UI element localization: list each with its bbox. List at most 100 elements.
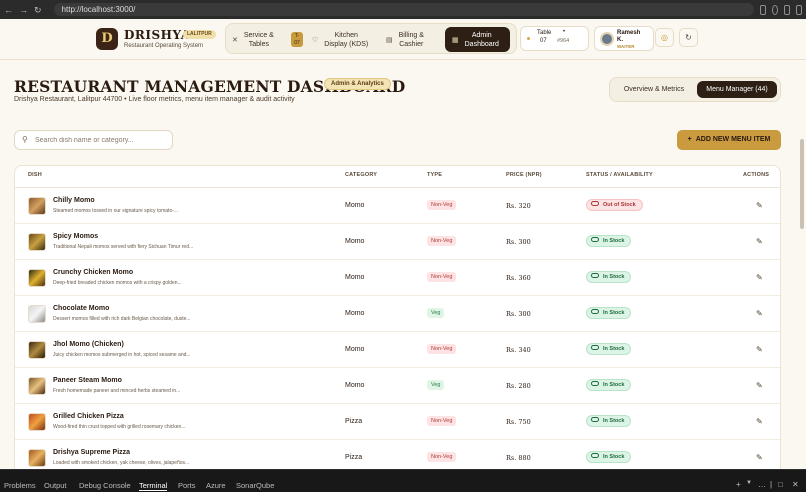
- page-scrollbar[interactable]: [800, 139, 804, 229]
- status-label: In Stock: [603, 274, 625, 280]
- maximize-icon[interactable]: □: [778, 480, 783, 489]
- dish-thumbnail: [28, 197, 46, 215]
- app-header: D DRISHYA LALITPUR Restaurant Operating …: [0, 19, 806, 59]
- info-icon[interactable]: [771, 4, 778, 15]
- download-icon[interactable]: [783, 4, 790, 15]
- back-icon[interactable]: ←: [4, 5, 13, 15]
- tab-terminal[interactable]: Terminal: [139, 481, 168, 491]
- dish-price: Rs. 300: [506, 238, 531, 246]
- nav-label: Tables: [248, 40, 269, 48]
- tab-output[interactable]: Output: [44, 481, 67, 490]
- new-terminal-icon[interactable]: +: [736, 480, 741, 489]
- speaker-icon: ◎: [661, 33, 668, 42]
- forward-icon[interactable]: →: [19, 5, 28, 15]
- status-label: Out of Stock: [603, 202, 636, 208]
- tab-azure[interactable]: Azure: [206, 481, 226, 490]
- column-header-actions: ACTIONS: [743, 172, 770, 178]
- dish-category: Momo: [345, 346, 365, 353]
- tab-ports[interactable]: Ports: [178, 481, 196, 490]
- dish-name: Drishya Supreme Pizza: [53, 449, 131, 456]
- edit-icon[interactable]: ✎: [756, 381, 763, 390]
- edit-icon[interactable]: ✎: [756, 345, 763, 354]
- grid-icon: ▦: [452, 36, 459, 44]
- tab-sonarqube[interactable]: SonarQube: [236, 481, 274, 490]
- nav-kitchen-display[interactable]: ♡ Kitchen Display (KDS): [312, 27, 382, 52]
- order-number: #964: [557, 38, 570, 44]
- edit-icon[interactable]: ✎: [756, 417, 763, 426]
- status-toggle[interactable]: In Stock: [586, 307, 632, 319]
- dish-thumbnail: [28, 269, 46, 287]
- column-header-dish: DISH: [28, 172, 42, 178]
- status-toggle[interactable]: In Stock: [586, 271, 632, 283]
- nav-billing-cashier[interactable]: ▤ Billing & Cashier: [386, 27, 441, 52]
- dish-category: Pizza: [345, 418, 363, 425]
- table-row[interactable]: Drishya Supreme Pizza Loaded with smoked…: [15, 440, 780, 469]
- nav-label: Cashier: [399, 40, 424, 48]
- user-profile[interactable]: Ramesh K. WAITER: [594, 26, 654, 51]
- browser-toolbar: ← → ↻ http://localhost:3000/: [0, 0, 806, 19]
- title-badge: Admin & Analytics: [324, 78, 391, 90]
- table-row[interactable]: Chilly Momo Steamed momos tossed in our …: [15, 188, 780, 224]
- edit-icon[interactable]: ✎: [756, 309, 763, 318]
- dish-name: Grilled Chicken Pizza: [53, 413, 124, 420]
- dish-price: Rs. 320: [506, 202, 531, 210]
- dish-description: Loaded with smoked chicken, yak cheese, …: [53, 460, 190, 466]
- refresh-icon: ↻: [685, 33, 692, 42]
- page-subtitle: Drishya Restaurant, Lalitpur 44700 • Liv…: [14, 96, 295, 103]
- reload-icon[interactable]: ↻: [34, 5, 42, 15]
- tab-menu-manager[interactable]: Menu Manager (44): [697, 81, 777, 98]
- nav-service-tables[interactable]: ✕ Service & Tables T- 07: [232, 27, 307, 52]
- tab-problems[interactable]: Problems: [4, 481, 36, 490]
- edit-icon[interactable]: ✎: [756, 237, 763, 246]
- table-selector[interactable]: Table 07 #964 •: [520, 26, 589, 51]
- table-row[interactable]: Paneer Steam Momo Fresh homemade paneer …: [15, 368, 780, 404]
- table-label: Table: [537, 30, 552, 36]
- chevron-down-icon[interactable]: ▼: [746, 480, 752, 486]
- status-toggle[interactable]: In Stock: [586, 415, 632, 427]
- more-icon[interactable]: …: [758, 480, 766, 489]
- add-menu-item-button[interactable]: + ADD NEW MENU ITEM: [677, 130, 781, 150]
- edit-icon[interactable]: ✎: [756, 201, 763, 210]
- status-toggle[interactable]: In Stock: [586, 235, 632, 247]
- table-shortcut-badge: T- 07: [291, 32, 303, 47]
- separator-icon: |: [770, 480, 773, 489]
- tab-overview-metrics[interactable]: Overview & Metrics: [613, 81, 695, 98]
- status-toggle[interactable]: In Stock: [586, 343, 632, 355]
- edit-icon[interactable]: ✎: [756, 453, 763, 462]
- toggle-icon: [591, 309, 599, 315]
- brand-subtitle: Restaurant Operating System: [124, 43, 204, 49]
- extension-icon[interactable]: [759, 4, 766, 15]
- toggle-icon: [591, 201, 599, 207]
- main-nav: ✕ Service & Tables T- 07 ♡ Kitchen Display …: [225, 23, 517, 54]
- address-bar[interactable]: http://localhost:3000/: [53, 3, 754, 16]
- dish-price: Rs. 880: [506, 454, 531, 462]
- status-toggle[interactable]: Out of Stock: [586, 199, 643, 211]
- dish-description: Dessert momos filled with rich dark Belg…: [53, 316, 191, 322]
- dish-description: Wood-fired thin crust topped with grille…: [53, 424, 186, 430]
- type-badge: Veg: [427, 380, 445, 390]
- status-label: In Stock: [603, 238, 625, 244]
- status-toggle[interactable]: In Stock: [586, 379, 632, 391]
- dish-description: Deep-fried breaded chicken momos with a …: [53, 280, 182, 286]
- table-row[interactable]: Jhol Momo (Chicken) Juicy chicken momos …: [15, 332, 780, 368]
- dish-name: Chocolate Momo: [53, 305, 110, 312]
- table-row[interactable]: Chocolate Momo Dessert momos filled with…: [15, 296, 780, 332]
- refresh-button[interactable]: ↻: [679, 28, 698, 47]
- search-input[interactable]: [35, 134, 165, 146]
- search-icon: ⚲: [22, 135, 28, 144]
- menu-icon[interactable]: [795, 4, 802, 15]
- close-icon[interactable]: ✕: [792, 480, 799, 489]
- toggle-icon: [591, 417, 599, 423]
- nav-admin-dashboard[interactable]: ▦ Admin Dashboard: [445, 27, 510, 52]
- type-badge: Veg: [427, 308, 445, 318]
- table-row[interactable]: Grilled Chicken Pizza Wood-fired thin cr…: [15, 404, 780, 440]
- table-row[interactable]: Crunchy Chicken Momo Deep-fried breaded …: [15, 260, 780, 296]
- dish-category: Pizza: [345, 454, 363, 461]
- edit-icon[interactable]: ✎: [756, 273, 763, 282]
- column-header-price: PRICE (NPR): [506, 172, 542, 178]
- tab-debug-console[interactable]: Debug Console: [79, 481, 131, 490]
- status-toggle[interactable]: In Stock: [586, 451, 632, 463]
- nav-label: Service &: [243, 31, 274, 39]
- sound-toggle-button[interactable]: ◎: [655, 28, 674, 47]
- table-row[interactable]: Spicy Momos Traditional Nepali momos ser…: [15, 224, 780, 260]
